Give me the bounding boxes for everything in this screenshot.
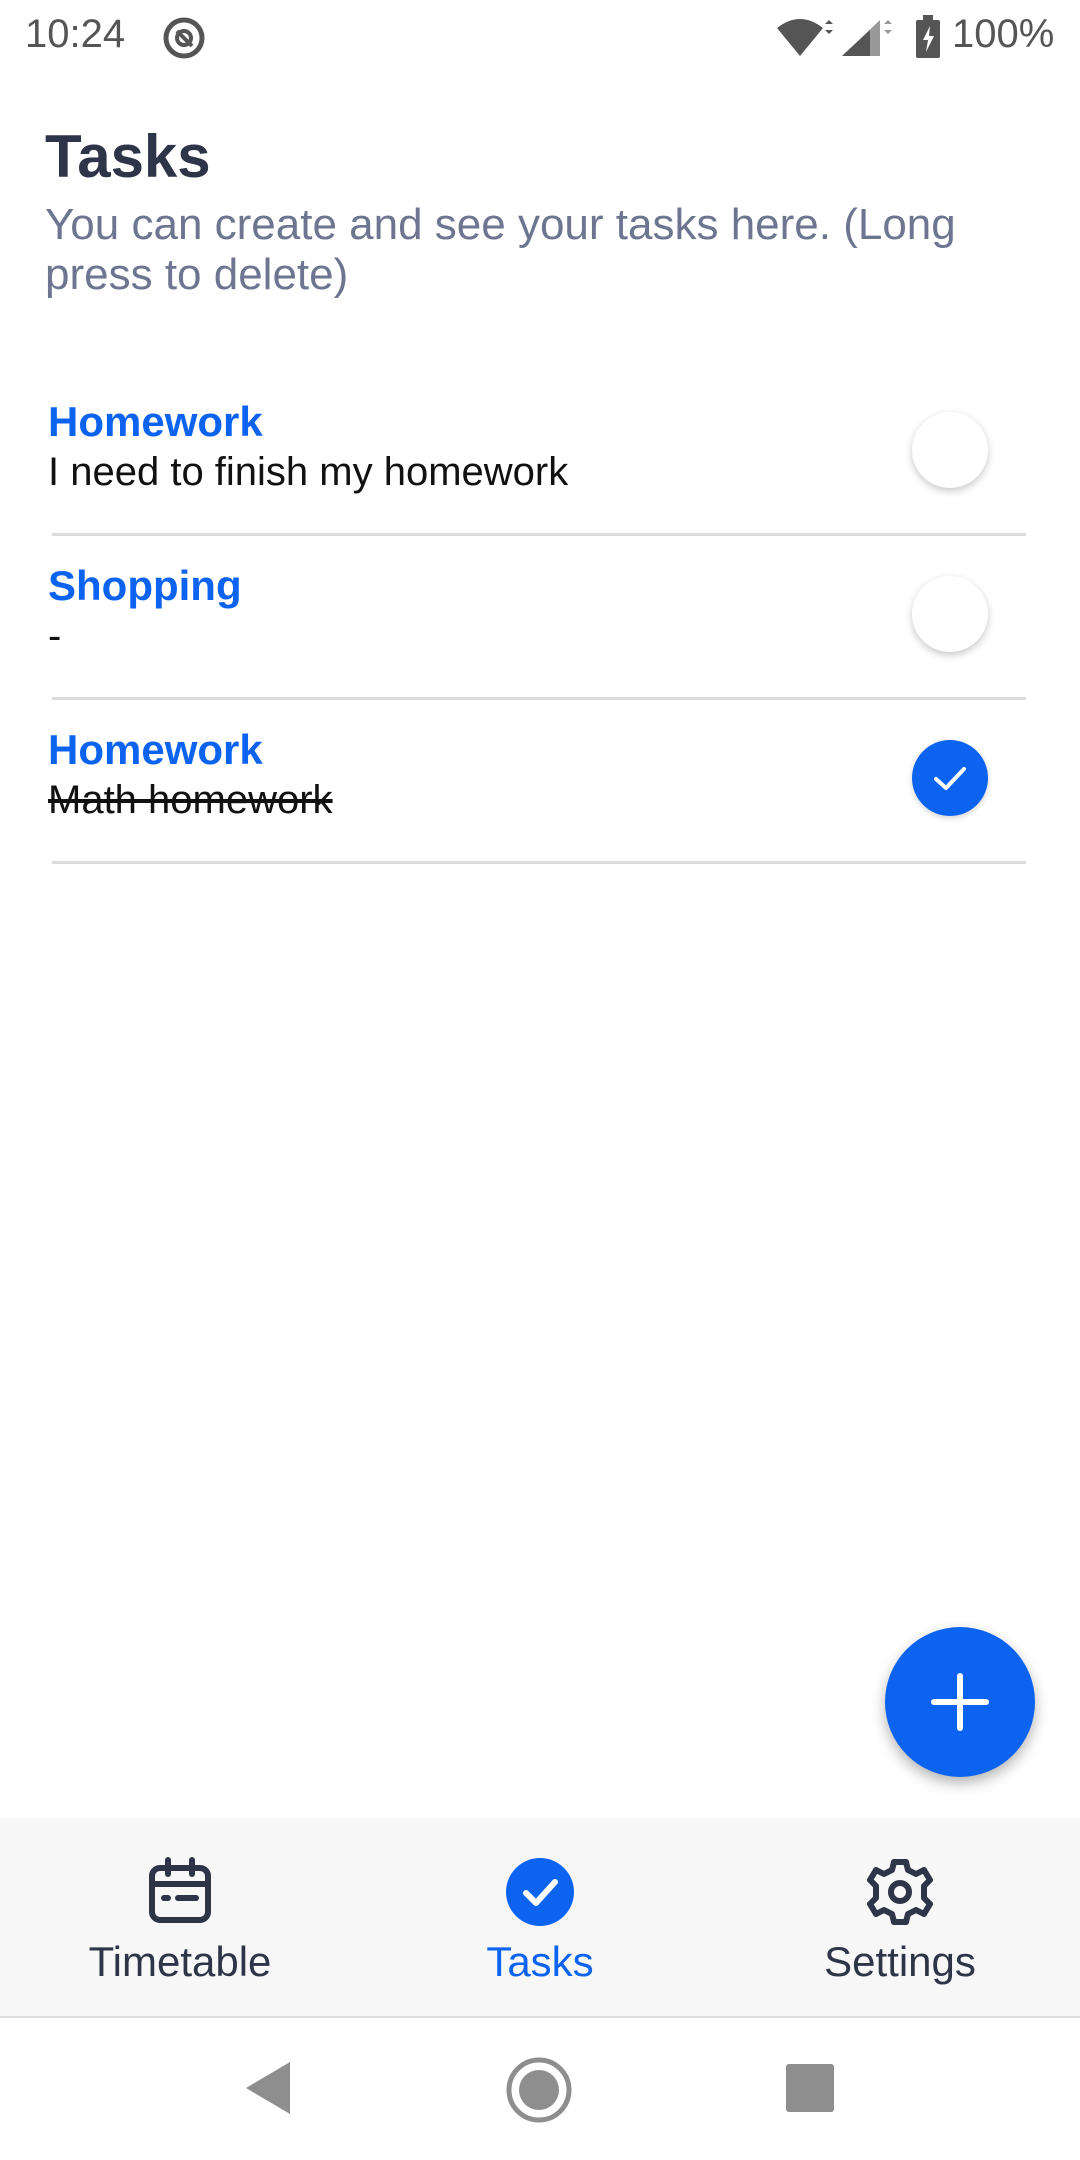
task-complete-toggle[interactable] [912, 576, 988, 652]
nav-label-settings: Settings [824, 1938, 976, 1985]
add-task-button[interactable] [885, 1627, 1035, 1777]
page-title: Tasks [45, 123, 211, 190]
checkmark-icon [934, 767, 966, 790]
battery-charging-icon [916, 15, 940, 58]
back-icon[interactable] [244, 2060, 292, 2116]
task-description: - [48, 614, 62, 658]
bottom-navigation: Timetable Tasks Settings [0, 1818, 1080, 2018]
home-icon[interactable] [505, 2056, 573, 2124]
plus-icon [931, 1673, 989, 1731]
nav-item-tasks[interactable]: Tasks [360, 1818, 720, 2018]
task-title: Homework [48, 726, 263, 773]
status-bar: 10:24 100% [0, 0, 1080, 72]
divider [52, 861, 1026, 864]
task-title: Shopping [48, 562, 242, 609]
task-item[interactable]: Shopping - [0, 536, 1080, 700]
nav-item-timetable[interactable]: Timetable [0, 1818, 360, 2018]
task-title: Homework [48, 398, 263, 445]
task-list: Homework I need to finish my homework Sh… [0, 372, 1080, 864]
cell-signal-icon [842, 20, 892, 56]
system-navigation-bar [0, 2020, 1080, 2160]
task-item[interactable]: Homework I need to finish my homework [0, 372, 1080, 536]
battery-percentage: 100% [952, 12, 1055, 56]
recent-apps-icon[interactable] [786, 2064, 834, 2112]
nav-label-tasks: Tasks [486, 1938, 594, 1985]
check-circle-icon [506, 1858, 574, 1926]
nav-item-settings[interactable]: Settings [720, 1818, 1080, 2018]
nav-label-timetable: Timetable [88, 1938, 272, 1985]
at-sign-icon [163, 17, 205, 59]
task-complete-toggle[interactable] [912, 740, 988, 816]
wifi-icon [777, 19, 833, 56]
page-subtitle: You can create and see your tasks here. … [45, 200, 956, 299]
gear-icon [867, 1859, 933, 1925]
task-complete-toggle[interactable] [912, 412, 988, 488]
calendar-icon [149, 1857, 211, 1923]
task-description: I need to finish my homework [48, 450, 569, 494]
status-time: 10:24 [25, 12, 126, 56]
task-item[interactable]: Homework Math homework [0, 700, 1080, 864]
task-description: Math homework [48, 778, 333, 822]
